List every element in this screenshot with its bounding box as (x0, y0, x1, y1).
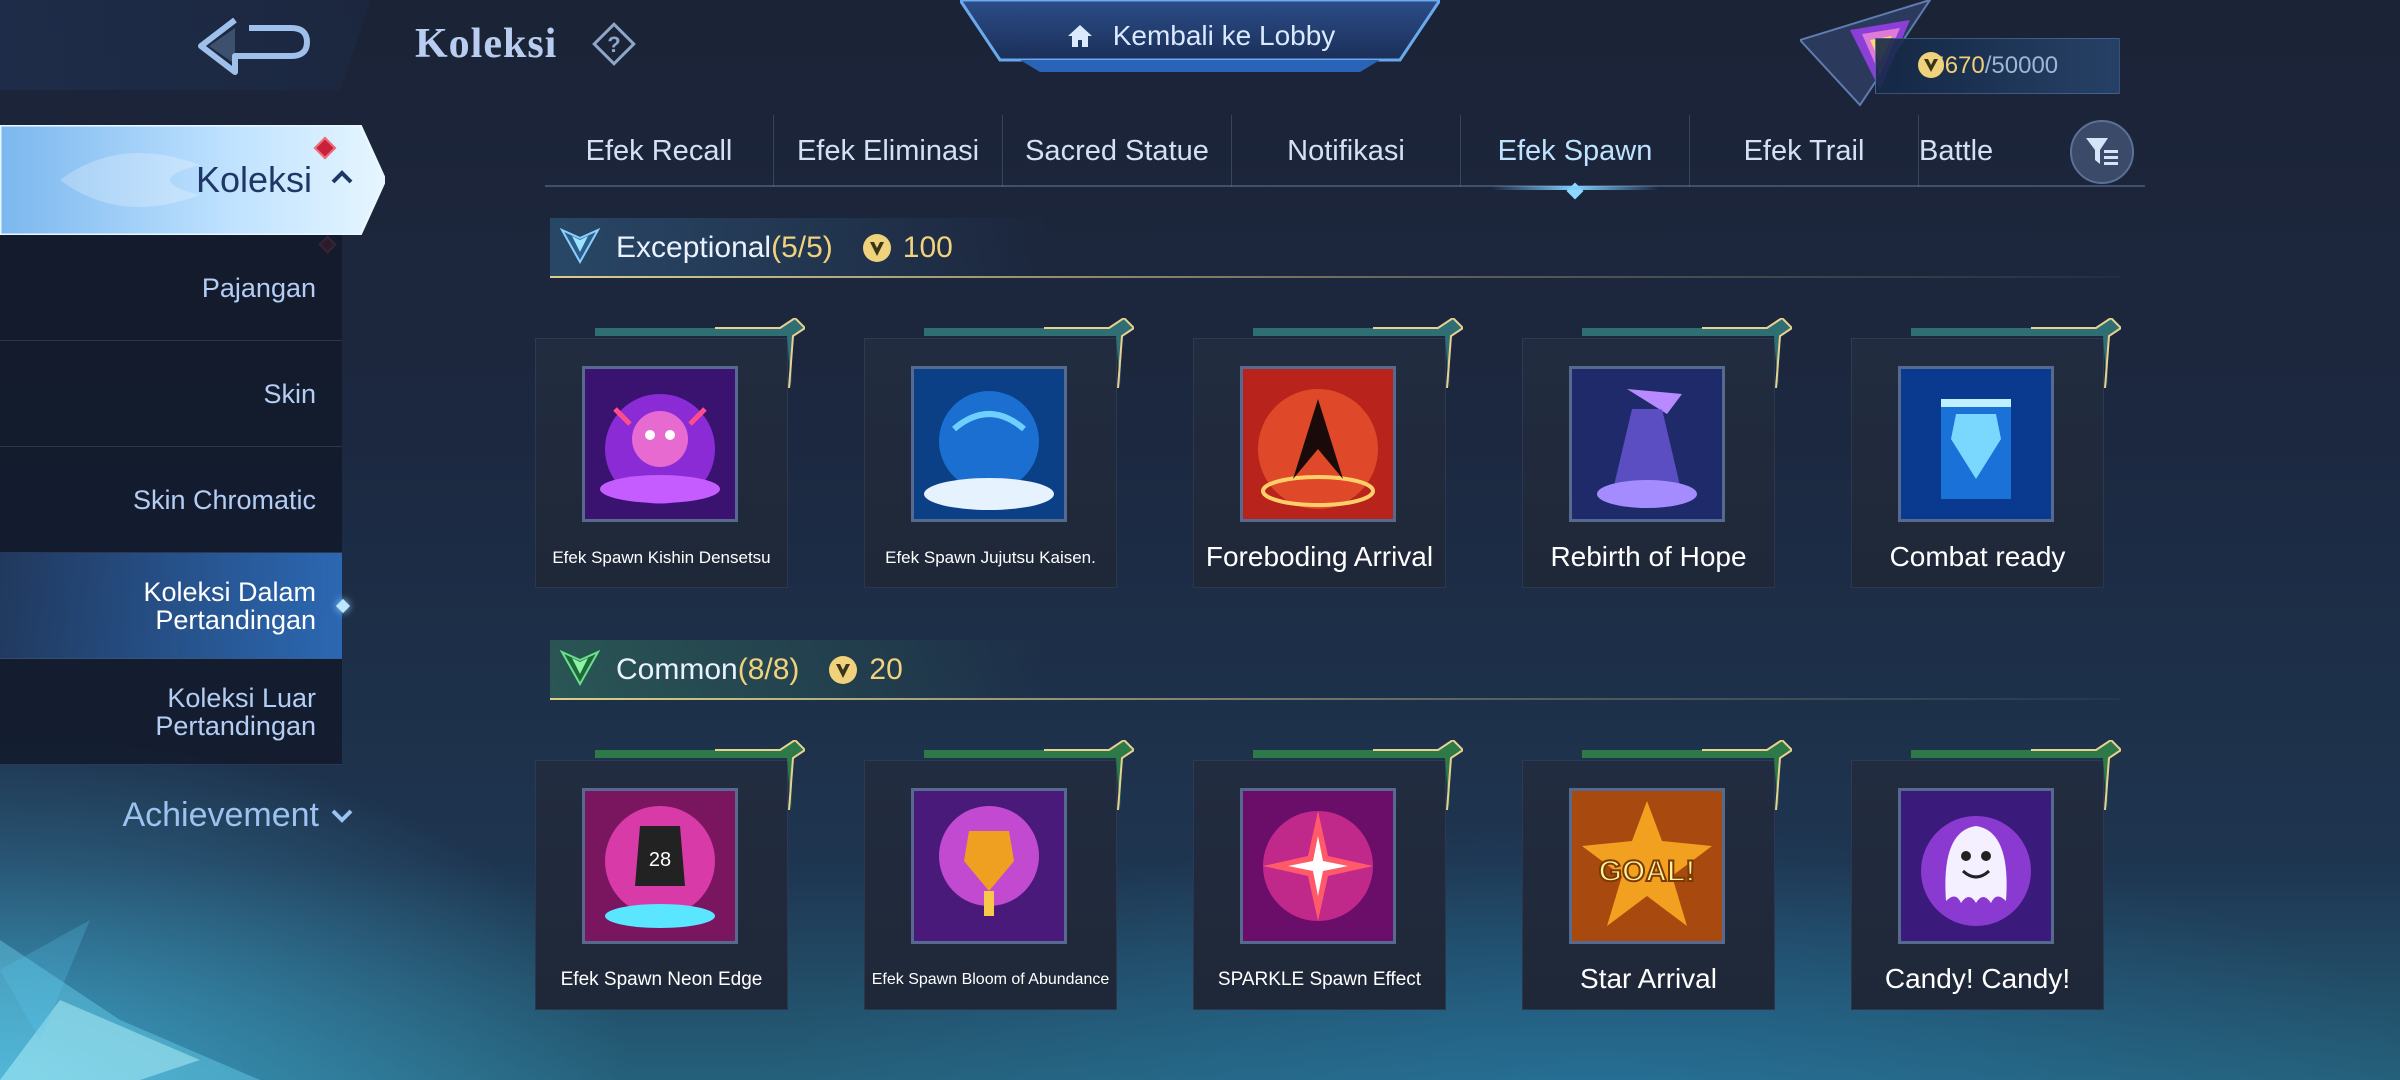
effect-card[interactable]: Efek Spawn Kishin Densetsu (535, 318, 805, 588)
sidebar-koleksi-label: Koleksi (195, 159, 312, 200)
tab-battle[interactable]: Battle (1919, 115, 2059, 187)
tab-sacred-statue[interactable]: Sacred Statue (1003, 115, 1232, 187)
effect-name: Star Arrival (1580, 963, 1717, 994)
sidebar-item-skin-chromatic[interactable]: Skin Chromatic (0, 447, 342, 553)
effect-name: Candy! Candy! (1884, 963, 2071, 994)
exceptional-rank-icon (560, 228, 600, 264)
category-tabs: Efek Recall Efek Eliminasi Sacred Statue… (545, 115, 2145, 190)
tab-notifikasi[interactable]: Notifikasi (1232, 115, 1461, 187)
section-points: 20 (869, 653, 903, 686)
effect-art-sparkle (1240, 788, 1396, 944)
section-points: 100 (902, 231, 953, 264)
page-title: Koleksi (415, 21, 558, 67)
common-card-grid: 28 Efek Spawn Neon Edge Efek Spawn Bloom… (535, 740, 2121, 1010)
sidebar-item-koleksi-luar-pertandingan[interactable]: Koleksi Luar Pertandingan (0, 659, 342, 765)
achievement-label: Achievement (122, 795, 319, 834)
tab-efek-eliminasi[interactable]: Efek Eliminasi (774, 115, 1003, 187)
effect-card[interactable]: Efek Spawn Bloom of Abundance (864, 740, 1134, 1010)
svg-text:28: 28 (649, 849, 671, 871)
coin-icon (1918, 52, 1944, 78)
coin-icon (829, 656, 858, 684)
sidebar-item-skin[interactable]: Skin (0, 341, 342, 447)
effect-name: Combat ready (1889, 541, 2066, 572)
effect-art-kishin (582, 366, 738, 522)
coin-icon (862, 234, 891, 262)
effect-card[interactable]: Efek Spawn Jujutsu Kaisen. (864, 318, 1134, 588)
effect-name: Rebirth of Hope (1550, 541, 1747, 572)
back-arrow-icon (198, 17, 310, 75)
effect-art-candy (1898, 788, 2054, 944)
effect-name: Efek Spawn Jujutsu Kaisen. (885, 547, 1096, 567)
exceptional-card-grid: Efek Spawn Kishin Densetsu Efek Spawn Ju… (535, 318, 2121, 588)
svg-text:GOAL!: GOAL! (1599, 855, 1696, 888)
section-title: Common(8/8) (616, 653, 800, 686)
crystal-decoration (0, 920, 260, 1080)
tab-efek-recall[interactable]: Efek Recall (545, 115, 774, 187)
effect-art-jujutsu (911, 366, 1067, 522)
effect-card[interactable]: Candy! Candy! (1851, 740, 2121, 1010)
effect-art-foreboding (1240, 366, 1396, 522)
effect-name: Efek Spawn Kishin Densetsu (552, 547, 771, 567)
filter-icon[interactable] (2068, 118, 2136, 186)
effect-card[interactable]: Rebirth of Hope (1522, 318, 1792, 588)
effect-card[interactable]: 28 Efek Spawn Neon Edge (535, 740, 805, 1010)
tab-efek-trail[interactable]: Efek Trail (1690, 115, 1919, 187)
section-header-exceptional: Exceptional(5/5) 100 (550, 218, 2120, 278)
svg-text:?: ? (607, 32, 620, 57)
lobby-label: Kembali ke Lobby (1112, 20, 1336, 51)
effect-card[interactable]: Combat ready (1851, 318, 2121, 588)
section-title: Exceptional(5/5) (616, 231, 833, 264)
effect-art-combat (1898, 366, 2054, 522)
effect-name: SPARKLE Spawn Effect (1217, 968, 1422, 990)
chevron-up-icon (331, 170, 353, 184)
tab-efek-spawn[interactable]: Efek Spawn (1461, 115, 1690, 190)
sidebar-achievement[interactable]: Achievement (0, 790, 355, 840)
points-max: /50000 (1984, 52, 2059, 79)
effect-name: Efek Spawn Neon Edge (560, 968, 763, 990)
sidebar-item-koleksi-dalam-pertandingan[interactable]: Koleksi Dalam Pertandingan (0, 553, 342, 659)
chevron-down-icon (331, 809, 353, 823)
help-icon[interactable]: ? (590, 20, 638, 68)
sidebar-list: Pajangan Skin Skin Chromatic Koleksi Dal… (0, 235, 342, 765)
section-header-common: Common(8/8) 20 (550, 640, 2120, 700)
effect-art-bloom (911, 788, 1067, 944)
effect-art-star-arrival: GOAL! (1569, 788, 1725, 944)
collection-points: 45670 /50000 (1875, 38, 2120, 94)
effect-card[interactable]: SPARKLE Spawn Effect (1193, 740, 1463, 1010)
back-to-lobby-button[interactable]: Kembali ke Lobby (960, 0, 1440, 72)
effect-name: Foreboding Arrival (1205, 541, 1434, 572)
effect-art-neon-edge: 28 (582, 788, 738, 944)
common-rank-icon (560, 650, 600, 686)
effect-name: Efek Spawn Bloom of Abundance (871, 970, 1110, 988)
home-icon (1067, 25, 1092, 47)
effect-art-rebirth (1569, 366, 1725, 522)
effect-card[interactable]: Foreboding Arrival (1193, 318, 1463, 588)
effect-card[interactable]: GOAL! Star Arrival (1522, 740, 1792, 1010)
sidebar-item-pajangan[interactable]: Pajangan (0, 235, 342, 341)
back-button[interactable] (185, 8, 325, 83)
